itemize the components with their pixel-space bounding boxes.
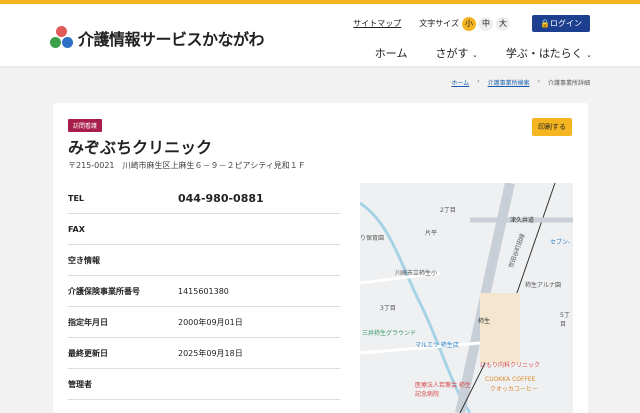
chevron-down-icon: ⌄ xyxy=(471,51,478,59)
map-label: 柿生 xyxy=(478,318,491,325)
breadcrumb-search[interactable]: 介護事業所検索 xyxy=(488,78,530,87)
table-row: 最終更新日 2025年09月18日 xyxy=(68,338,340,369)
sitemap-link[interactable]: サイトマップ xyxy=(353,18,401,29)
map-label: 医療法人若葉会 柿生記念病院 xyxy=(415,382,471,398)
nav-home[interactable]: ホーム xyxy=(375,45,408,61)
location-map[interactable]: 2丁目 片平 り保育園 川崎市立柿生小 3丁目 三井柿生グラウンド マルエツ 柿… xyxy=(360,183,573,413)
map-label: にもり内科クリニック xyxy=(480,362,541,369)
breadcrumb-separator: › xyxy=(537,78,540,85)
breadcrumb-home[interactable]: ホーム xyxy=(451,78,469,87)
row-label: 最終更新日 xyxy=(68,348,108,358)
map-label: セブン- xyxy=(550,239,571,246)
login-label: ログイン xyxy=(550,19,582,28)
map-label: 片平 xyxy=(425,230,438,237)
map-label: 三井柿生グラウンド xyxy=(362,330,417,337)
print-button[interactable]: 印刷する xyxy=(532,118,572,136)
font-size-small[interactable]: 小 xyxy=(462,16,477,31)
table-row: 空き情報 xyxy=(68,245,340,276)
row-value: 1415601380 xyxy=(178,286,229,296)
facility-info-table: TEL 044-980-0881 FAX 空き情報 介護保険事業所番号 141560… xyxy=(68,183,340,400)
row-value: 2025年09月18日 xyxy=(178,348,243,358)
table-row: 管理者 xyxy=(68,369,340,400)
logo-icon xyxy=(50,26,74,50)
table-row: TEL 044-980-0881 xyxy=(68,183,340,214)
map-label: 3丁目 xyxy=(380,305,396,312)
nav-search-label: さがす xyxy=(435,47,469,60)
map-label: 津久井道 xyxy=(510,217,535,224)
row-label: TEL xyxy=(68,193,85,203)
map-label: 柿生アルナ園 xyxy=(525,282,561,289)
nav-learn-label: 学ぶ・はたらく xyxy=(505,47,583,60)
table-row: FAX xyxy=(68,214,340,245)
row-label: 管理者 xyxy=(68,379,92,389)
map-label: 世田谷町田線 xyxy=(507,232,527,270)
nav-learn-work[interactable]: 学ぶ・はたらく ⌄ xyxy=(506,45,592,61)
map-label: 川崎市立柿生小 xyxy=(395,270,438,277)
font-size-medium[interactable]: 中 xyxy=(479,16,494,31)
map-label: クオッカコーヒー xyxy=(490,386,539,393)
font-size-large[interactable]: 大 xyxy=(496,16,511,31)
table-row: 介護保険事業所番号 1415601380 xyxy=(68,276,340,307)
site-title: 介護情報サービスかながわ xyxy=(78,30,265,49)
row-label: 空き情報 xyxy=(68,255,100,265)
map-label: 2丁目 xyxy=(440,207,456,214)
map-label: り保育園 xyxy=(360,235,385,242)
site-logo[interactable]: 介護情報サービスかながわ xyxy=(50,26,265,50)
facility-name: みぞぶちクリニック xyxy=(68,138,213,157)
facility-card: 訪問看護 印刷する みぞぶちクリニック 〒215-0021 川崎市麻生区上麻生６… xyxy=(53,103,588,413)
facility-address: 〒215-0021 川崎市麻生区上麻生６－９－２ピアシティ見和１Ｆ xyxy=(68,161,306,170)
lock-icon: 🔒 xyxy=(540,19,550,28)
nav-search[interactable]: さがす ⌄ xyxy=(435,45,477,61)
map-label: マルエツ 柿生店 xyxy=(415,342,459,349)
row-label: 指定年月日 xyxy=(68,317,108,327)
map-label: CUOKKA COFFEE xyxy=(485,376,536,383)
font-size-label: 文字サイズ xyxy=(419,19,460,28)
row-label: 介護保険事業所番号 xyxy=(68,286,140,296)
site-header: 介護情報サービスかながわ サイトマップ 文字サイズ 小 中 大 🔒ログイン ホー… xyxy=(0,4,640,66)
breadcrumb-separator: › xyxy=(477,78,480,85)
table-row: 指定年月日 2000年09月01日 xyxy=(68,307,340,338)
service-type-badge: 訪問看護 xyxy=(68,119,103,132)
breadcrumb: ホーム › 介護事業所検索 › 介護事業所詳細 xyxy=(451,78,590,87)
breadcrumb-current: 介護事業所詳細 xyxy=(547,80,590,87)
chevron-down-icon: ⌄ xyxy=(586,51,592,59)
map-label: 5丁目 xyxy=(560,312,570,328)
row-value: 2000年09月01日 xyxy=(178,317,243,327)
row-label: FAX xyxy=(68,224,85,234)
login-button[interactable]: 🔒ログイン xyxy=(532,15,590,32)
tel-value[interactable]: 044-980-0881 xyxy=(178,192,264,205)
